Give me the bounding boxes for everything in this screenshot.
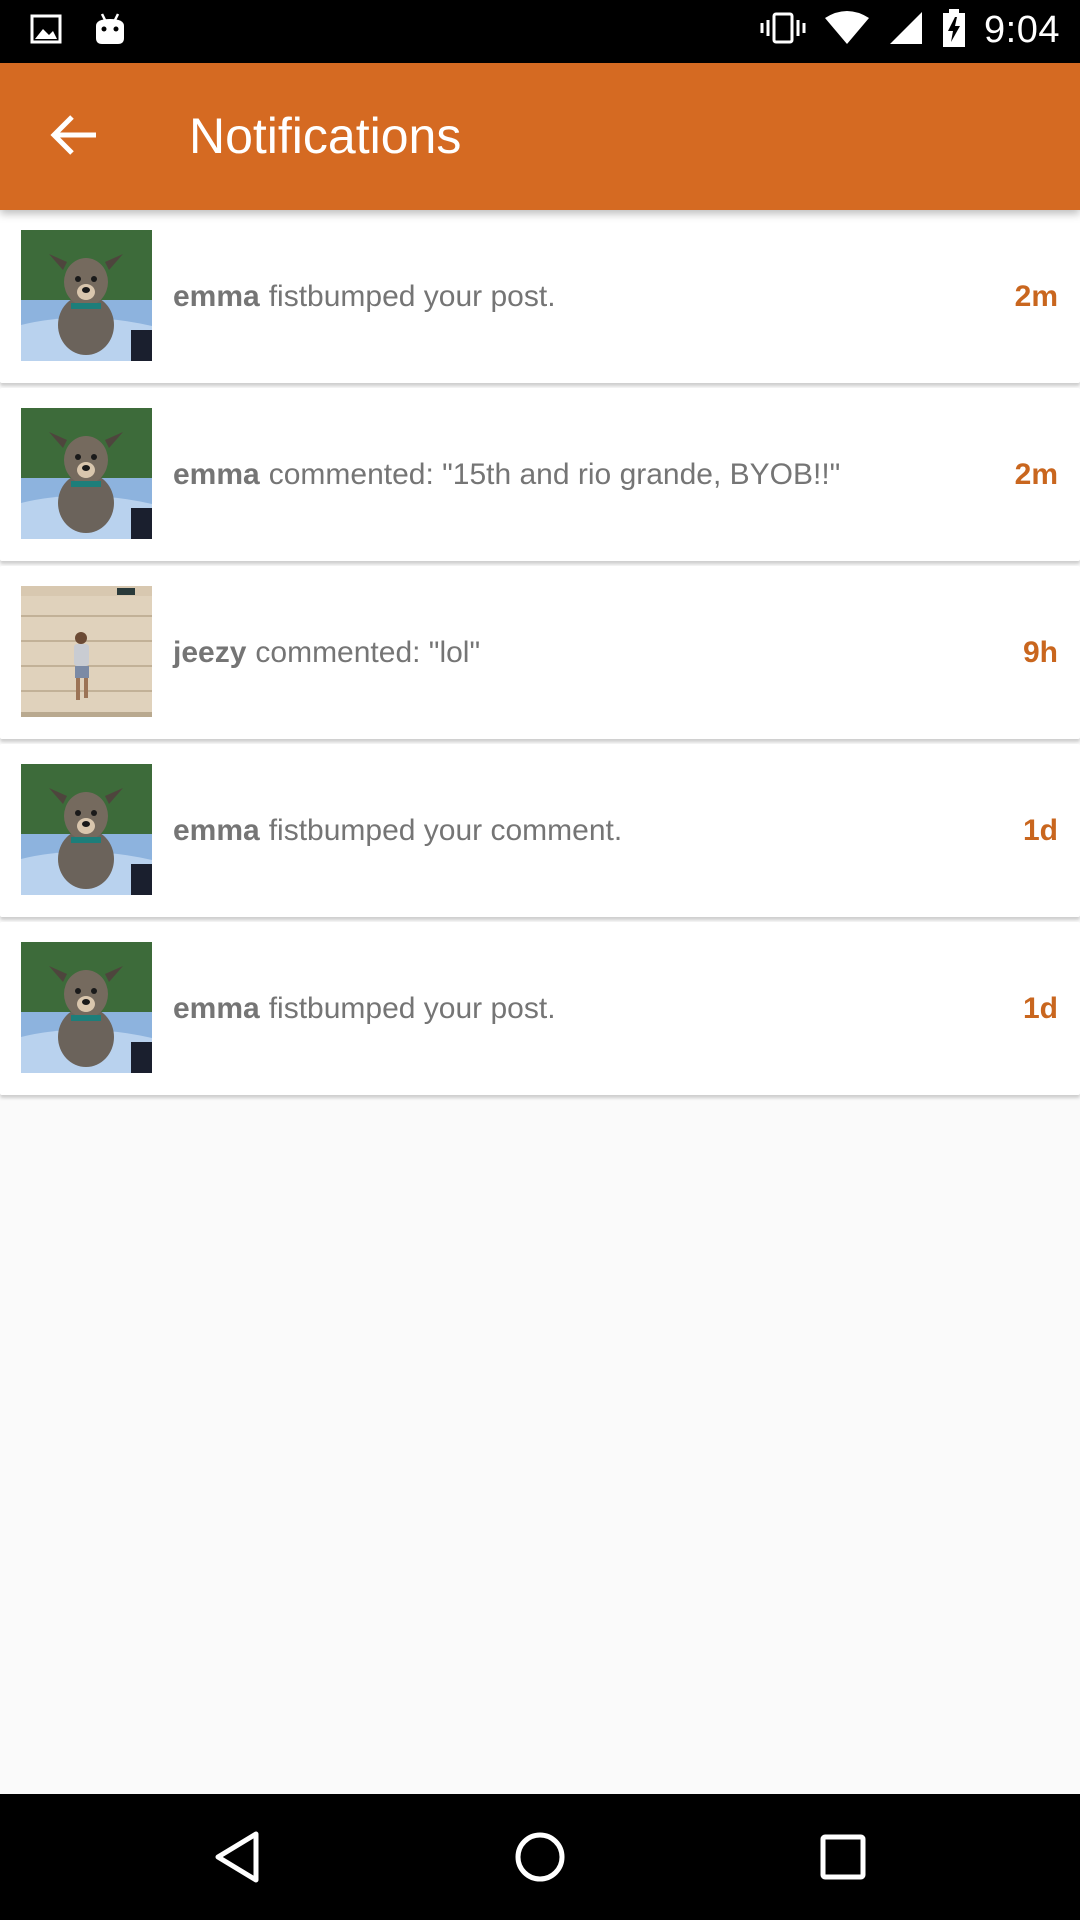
notification-username[interactable]: emma <box>173 992 260 1026</box>
back-button[interactable] <box>38 101 110 173</box>
dog-avatar-image <box>21 408 152 539</box>
nav-recents-button[interactable] <box>808 1824 878 1894</box>
notification-text: commented: "lol" <box>255 635 481 669</box>
notification-time: 9h <box>1022 635 1058 669</box>
avatar[interactable] <box>21 586 152 717</box>
notification-time: 2m <box>1014 279 1058 313</box>
avatar[interactable] <box>21 942 152 1073</box>
notification-username[interactable]: emma <box>173 814 260 848</box>
image-icon <box>30 14 62 49</box>
dog-avatar-image <box>21 942 152 1073</box>
notification-item[interactable]: jeezy commented: "lol" 9h <box>0 566 1080 739</box>
notification-text: fistbumped your comment. <box>268 813 623 847</box>
notification-time: 1d <box>1022 813 1058 847</box>
notification-username[interactable]: emma <box>173 280 260 314</box>
notification-message: emma fistbumped your comment. <box>173 744 973 917</box>
back-triangle-icon <box>212 1830 262 1889</box>
notification-list: emma fistbumped your post. 2m emma comme… <box>0 210 1080 1100</box>
notification-text: fistbumped your post. <box>268 991 556 1025</box>
status-bar: 9:04 <box>0 0 1080 63</box>
notification-item[interactable]: emma commented: "15th and rio grande, BY… <box>0 388 1080 561</box>
page-title: Notifications <box>189 108 462 164</box>
notification-item[interactable]: emma fistbumped your comment. 1d <box>0 744 1080 917</box>
arrow-back-icon <box>50 114 98 161</box>
status-time: 9:04 <box>984 9 1060 51</box>
recents-square-icon <box>818 1832 868 1887</box>
man-avatar-image <box>21 586 152 717</box>
signal-icon <box>888 10 924 51</box>
notification-username[interactable]: emma <box>173 458 260 492</box>
notification-message: emma fistbumped your post. <box>173 210 973 383</box>
avatar[interactable] <box>21 408 152 539</box>
notification-text: commented: "15th and rio grande, BYOB!!" <box>268 457 841 491</box>
notification-time: 2m <box>1014 457 1058 491</box>
home-circle-icon <box>513 1830 567 1889</box>
battery-charging-icon <box>942 8 966 53</box>
navigation-bar <box>0 1794 1080 1920</box>
notification-item[interactable]: emma fistbumped your post. 1d <box>0 922 1080 1095</box>
app-bar: Notifications <box>0 63 1080 210</box>
nav-back-button[interactable] <box>202 1824 272 1894</box>
vibrate-icon <box>760 11 806 50</box>
notification-username[interactable]: jeezy <box>173 636 246 670</box>
notification-item[interactable]: emma fistbumped your post. 2m <box>0 210 1080 383</box>
notification-message: emma fistbumped your post. <box>173 922 973 1095</box>
wifi-icon <box>824 10 870 51</box>
notification-time: 1d <box>1022 991 1058 1025</box>
avatar[interactable] <box>21 764 152 895</box>
dog-avatar-image <box>21 230 152 361</box>
avatar[interactable] <box>21 230 152 361</box>
dog-avatar-image <box>21 764 152 895</box>
nav-home-button[interactable] <box>505 1824 575 1894</box>
notification-message: jeezy commented: "lol" <box>173 566 973 739</box>
notification-text: fistbumped your post. <box>268 279 556 313</box>
android-icon <box>94 12 126 51</box>
notification-message: emma commented: "15th and rio grande, BY… <box>173 388 973 561</box>
